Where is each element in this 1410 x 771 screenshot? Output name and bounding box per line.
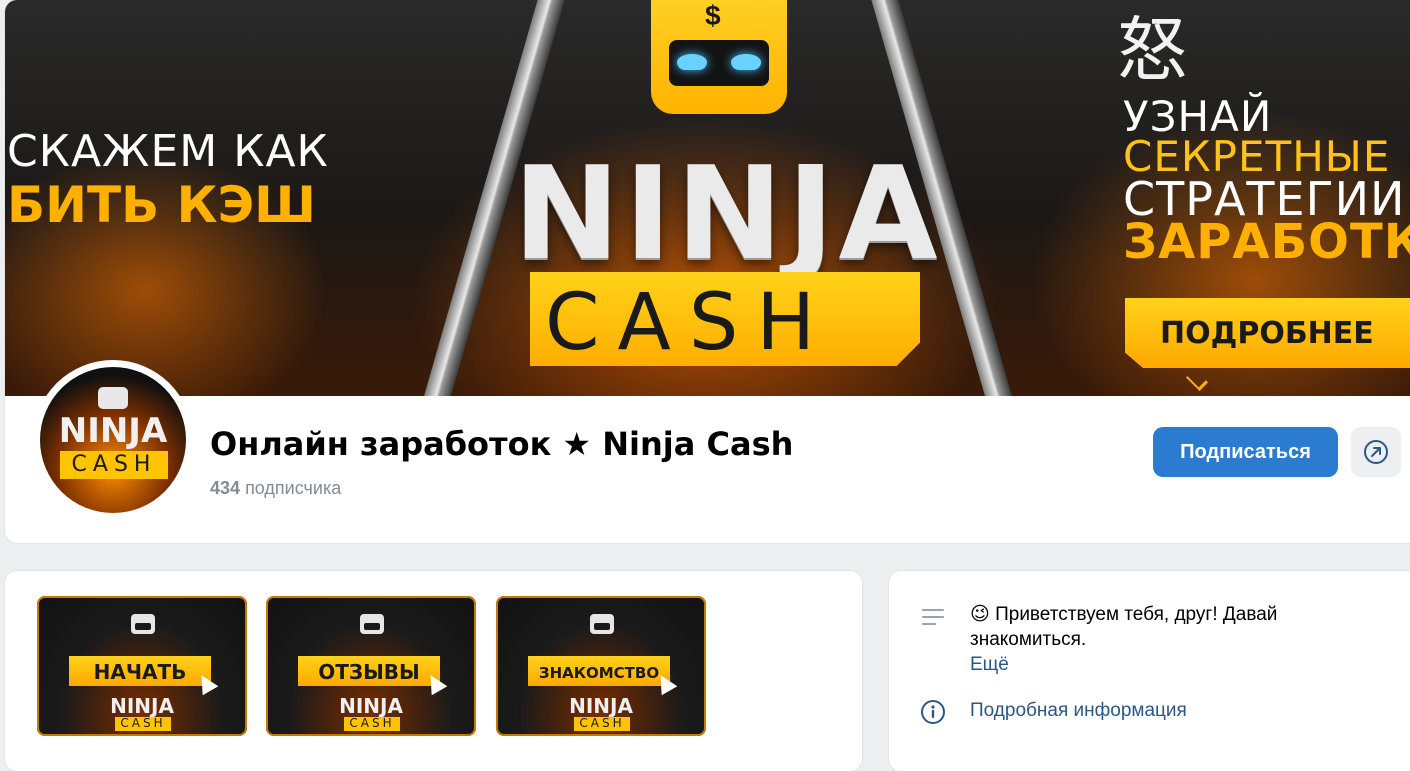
avatar-image: NINJA CASH [40, 367, 186, 513]
group-description: 😉 Приветствуем тебя, друг! Давай знакоми… [970, 602, 1370, 652]
share-arrow-icon [1364, 440, 1388, 464]
chevron-down-icon [1185, 368, 1209, 392]
avatar-ninja-text: NINJA [58, 411, 168, 451]
cover-more-label: ПОДРОБНЕЕ [1160, 316, 1374, 351]
subscribe-button[interactable]: Подписаться [1153, 427, 1338, 477]
widget-acquaintance[interactable]: ЗНАКОМСТВО NINJA CASH [496, 596, 706, 736]
group-header-card: СКАЖЕМ КАК БИТЬ КЭШ $ NINJA CASH 怒 УЗНАЙ… [5, 0, 1410, 543]
cover-image[interactable]: СКАЖЕМ КАК БИТЬ КЭШ $ NINJA CASH 怒 УЗНАЙ… [5, 0, 1410, 396]
widget-brand-ninja: NINJA [569, 694, 633, 718]
widget-brand-ninja: NINJA [110, 694, 174, 718]
widget-brand-cash: CASH [349, 716, 395, 730]
ninja-head-icon [590, 614, 614, 634]
ninja-head-icon [131, 614, 155, 634]
page-title: Онлайн заработок ★ Ninja Cash [210, 425, 794, 463]
cover-logo-cash: CASH [545, 278, 833, 368]
avatar-cash-text: CASH [71, 452, 157, 477]
widget-reviews[interactable]: ОТЗЫВЫ NINJA CASH [266, 596, 476, 736]
widget-label: ОТЗЫВЫ [318, 660, 420, 684]
subscribers-label: подписчика [245, 478, 342, 498]
widget-brand-cash: CASH [579, 716, 625, 730]
kanji-glyph: 怒 [1117, 9, 1187, 91]
share-button[interactable] [1351, 427, 1401, 477]
ninja-head-icon [98, 387, 128, 409]
mascot-eye-left [677, 54, 707, 70]
widget-brand-cash: CASH [120, 716, 166, 730]
group-avatar[interactable]: NINJA CASH [33, 360, 193, 520]
wink-emoji-icon: 😉 [970, 604, 990, 625]
cover-left-subheadline: БИТЬ КЭШ [7, 176, 316, 234]
show-more-link[interactable]: Ещё [970, 654, 1009, 676]
mascot-eye-right [731, 54, 761, 70]
widget-brand-ninja: NINJA [339, 694, 403, 718]
widget-label: ЗНАКОМСТВО [538, 664, 660, 682]
subscribers-count[interactable]: 434 подписчика [210, 478, 341, 499]
dollar-sign: $ [705, 0, 721, 31]
widget-label: НАЧАТЬ [93, 660, 187, 684]
ninja-head-icon [360, 614, 384, 634]
detailed-info-link[interactable]: Подробная информация [970, 700, 1187, 722]
description-text: Приветствуем тебя, друг! Давай знакомить… [970, 604, 1278, 650]
cover-logo-ninja: NINJA [513, 140, 942, 289]
info-icon [921, 700, 945, 724]
cover-left-headline: СКАЖЕМ КАК [7, 126, 329, 177]
subscribers-number: 434 [210, 478, 241, 498]
cover-right-line-4: ЗАРАБОТК [1123, 214, 1410, 270]
about-card [889, 571, 1410, 771]
widget-start[interactable]: НАЧАТЬ NINJA CASH [37, 596, 247, 736]
description-icon [920, 605, 946, 629]
